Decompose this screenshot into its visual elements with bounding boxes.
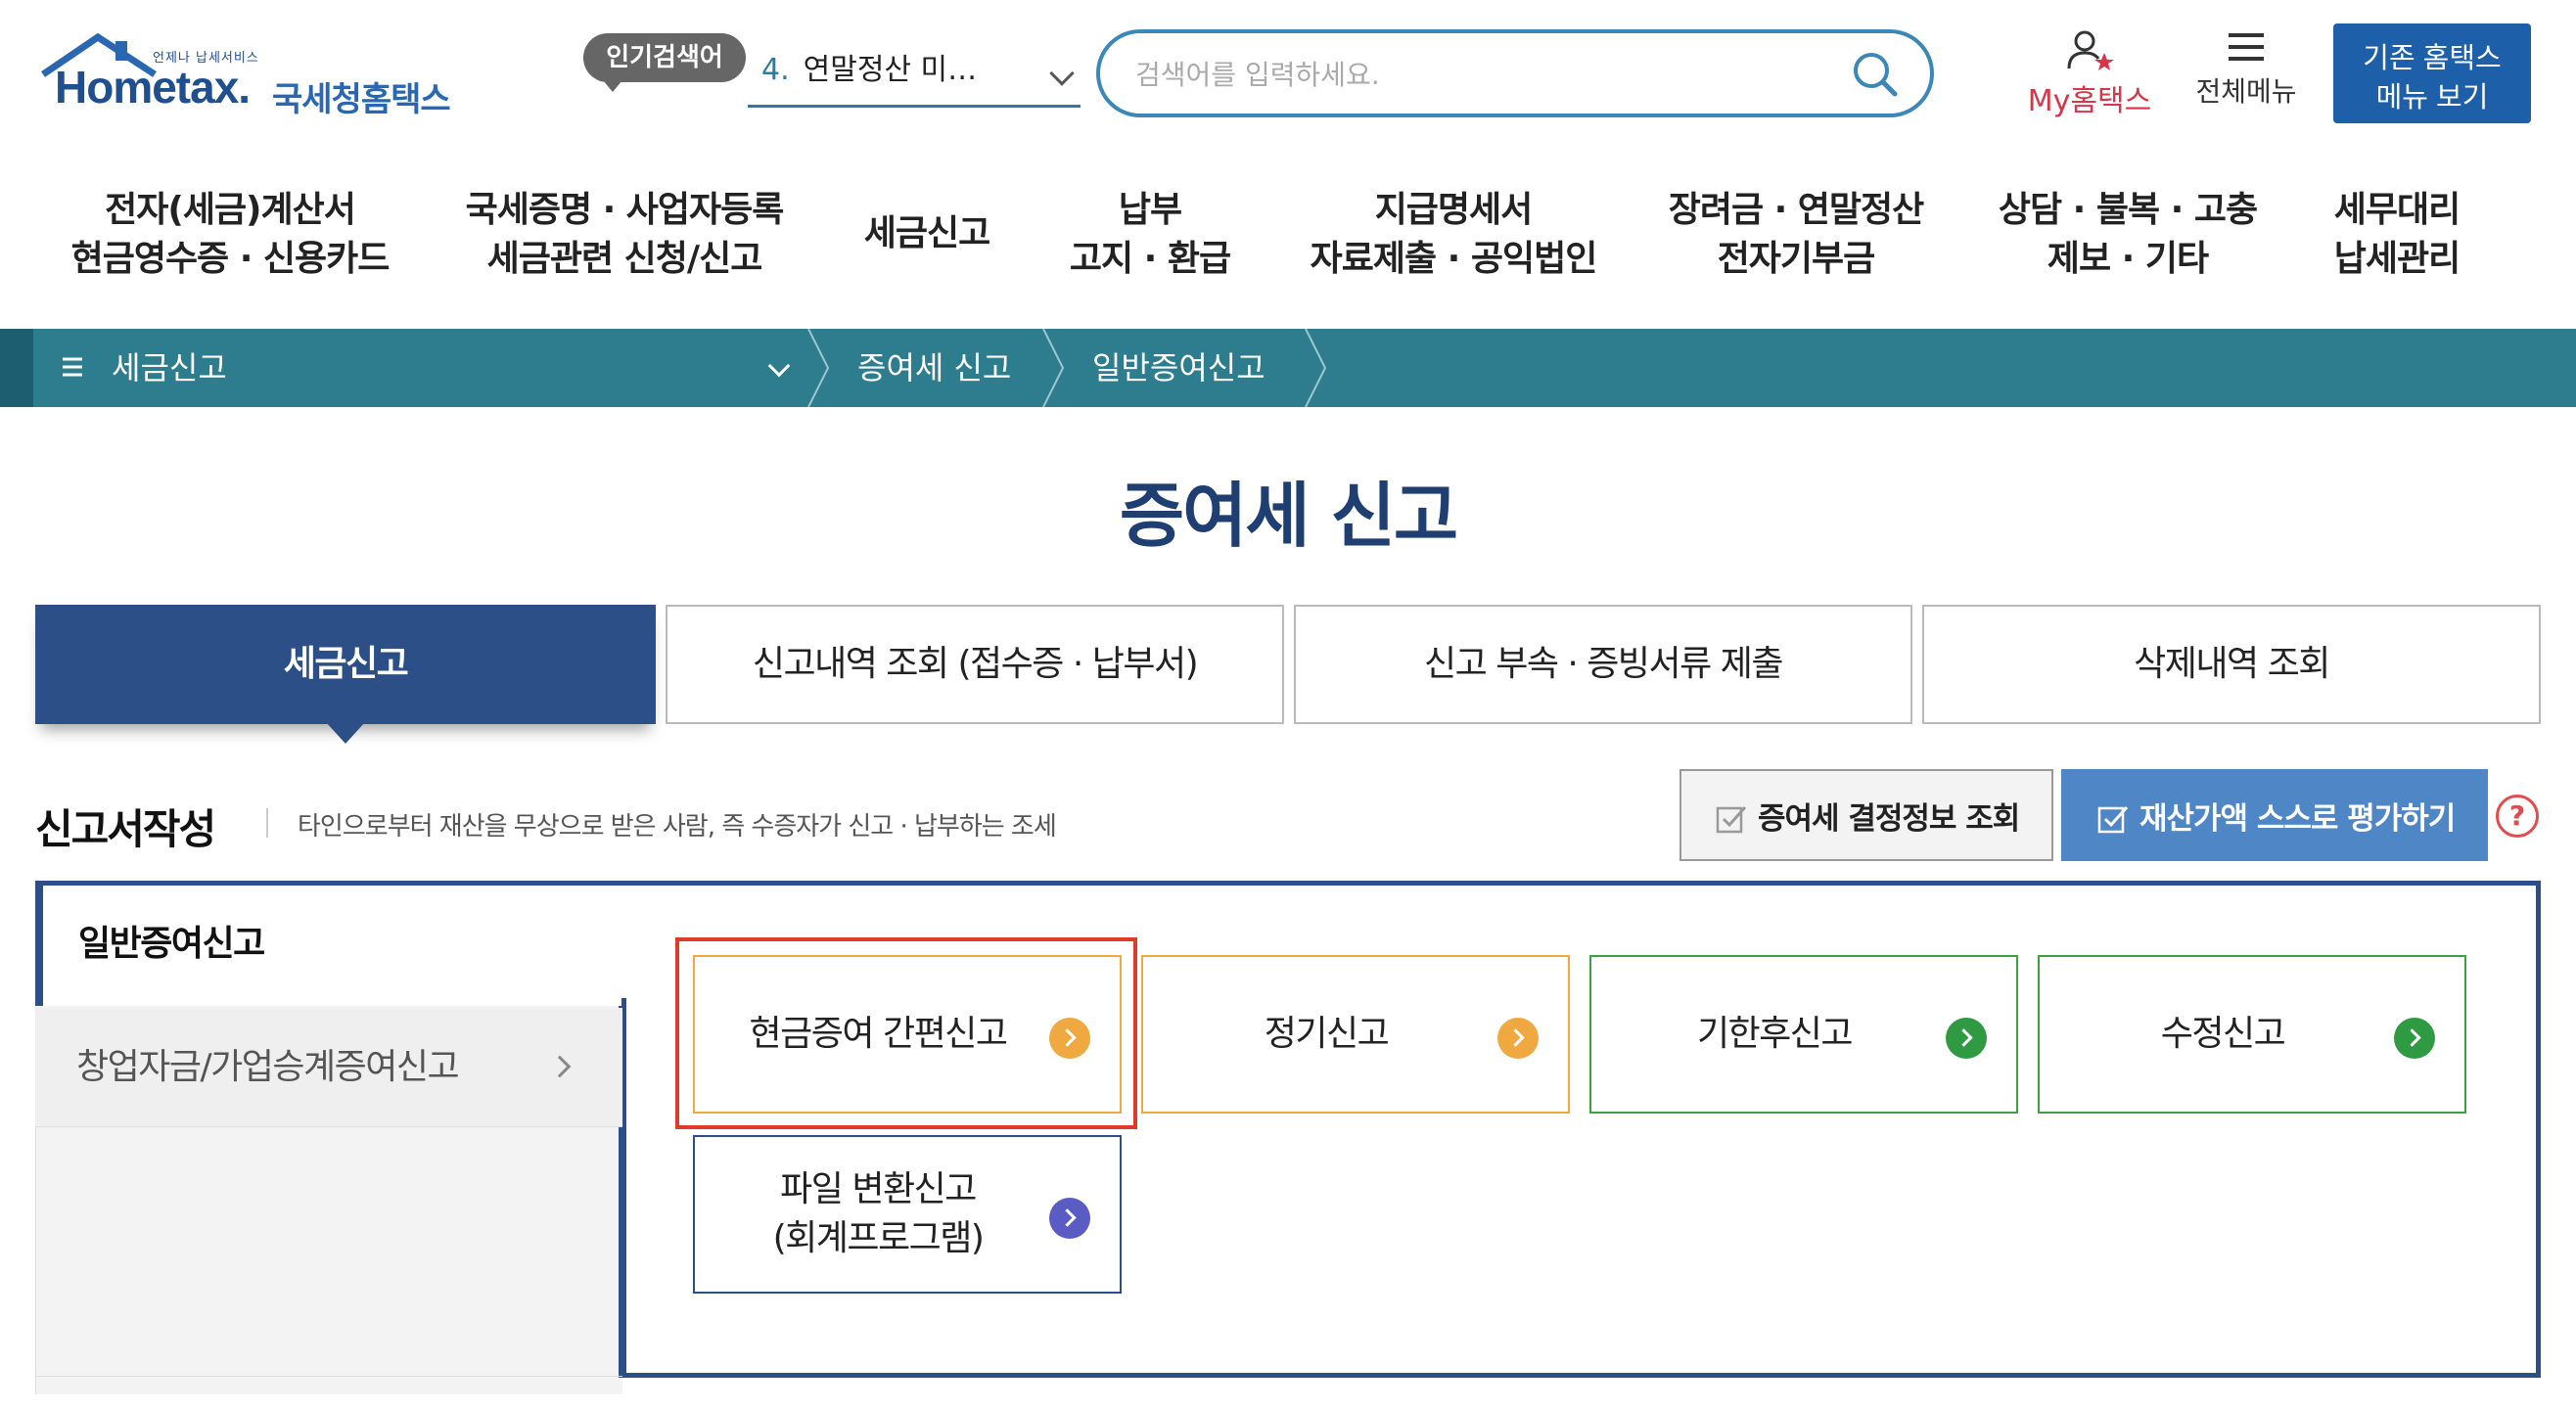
breadcrumb-general-gift[interactable]: 일반증여신고 [1092,329,1265,407]
tab-attachment-submit[interactable]: 신고 부속 · 증빙서류 제출 [1294,605,1912,724]
gnb-payment-refund[interactable]: 납부 고지 · 환급 [1057,186,1243,284]
gnb-tax-filing[interactable]: 세금신고 [844,209,1010,258]
card-amended-filing[interactable]: 수정신고 [2038,955,2466,1114]
arrow-right-circle-icon [1946,1018,1987,1059]
card-label: 파일 변환신고 (회계프로그램) [772,1169,985,1258]
old-hometax-menu-button[interactable]: 기존 홈택스 메뉴 보기 [2333,23,2531,123]
popular-search-term: 연말정산 미… [803,53,978,87]
asset-self-evaluation-button[interactable]: 재산가액 스스로 평가하기 [2061,769,2488,861]
popular-search-rank: 4. [761,53,790,87]
chevron-down-icon[interactable] [767,354,791,378]
card-label: 기한후신고 [1696,1014,1854,1054]
search-input[interactable] [1135,47,1820,102]
all-menu-label: 전체메뉴 [2195,75,2297,108]
gnb-consultation-appeal[interactable]: 상담 · 불복 · 고충 제보 · 기타 [1993,186,2263,284]
all-menu-button[interactable]: 전체메뉴 [2183,29,2310,110]
tab-tax-filing[interactable]: 세금신고 [35,605,656,744]
asset-self-evaluation-label: 재산가액 스스로 평가하기 [2139,800,2456,837]
gnb-certificate-registration[interactable]: 국세증명 · 사업자등록 세금관련 신청/신고 [458,186,791,284]
breadcrumb: 세금신고 증여세 신고 일반증여신고 [0,329,2576,407]
tab-deleted-history[interactable]: 삭제내역 조회 [1922,605,2541,724]
hamburger-icon [2229,33,2264,61]
section-title: 신고서작성 [35,805,216,853]
sidebar-item-label: 창업자금/가업승계증여신고 [76,1047,460,1087]
card-label: 수정신고 [2160,1014,2286,1054]
sidebar-bottom-divider [35,1376,622,1377]
global-nav: 전자(세금)계산서 현금영수증 · 신용카드 국세증명 · 사업자등록 세금관련… [0,186,2576,323]
tab-filing-history[interactable]: 신고내역 조회 (접수증 · 납부서) [666,605,1284,724]
selection-highlight [675,937,1137,1129]
arrow-right-circle-icon [1497,1018,1539,1059]
chevron-right-icon [548,1055,572,1078]
section-description: 타인으로부터 재산을 무상으로 받은 사람, 즉 수증자가 신고 · 납부하는 … [298,812,1057,842]
page-title: 증여세 신고 [1119,475,1458,557]
breadcrumb-gift-tax[interactable]: 증여세 신고 [857,329,1011,407]
logo-korean-name: 국세청홈택스 [272,80,451,119]
menu-icon [63,357,82,377]
popular-search-badge: 인기검색어 [583,33,746,92]
my-hometax-label: My홈택스 [2027,84,2152,118]
my-hometax-link[interactable]: My홈택스 [2016,29,2163,119]
gnb-payment-statement[interactable]: 지급명세서 자료제출 · 공익법인 [1302,186,1605,284]
card-late-filing[interactable]: 기한후신고 [1589,955,2018,1114]
gift-tax-decision-button[interactable]: 증여세 결정정보 조회 [1679,769,2053,861]
help-icon[interactable]: ? [2496,795,2539,838]
card-file-conversion-filing[interactable]: 파일 변환신고 (회계프로그램) [693,1135,1122,1294]
sidebar-item-startup-fund[interactable]: 창업자금/가업승계증여신고 [35,1008,622,1127]
checkbox-edit-icon [2097,806,2129,834]
gnb-tax-agent[interactable]: 세무대리 납세관리 [2316,186,2478,284]
section-divider [266,808,268,838]
user-star-icon [2067,30,2114,70]
card-regular-filing[interactable]: 정기신고 [1141,955,1570,1114]
arrow-right-circle-icon [1049,1198,1090,1239]
breadcrumb-separator [1042,329,1065,407]
sidebar-item-general-gift[interactable]: 일반증여신고 [35,881,626,1006]
hometax-logo[interactable]: 언제나 납세서비스 Hometax. 국세청홈택스 [37,27,468,135]
chevron-down-icon [1049,61,1075,86]
breadcrumb-separator [807,329,830,407]
search-icon[interactable] [1850,49,1901,100]
popular-search-select[interactable]: 4. 연말정산 미… [748,43,1081,108]
breadcrumb-category[interactable]: 세금신고 [112,329,227,407]
logo-wordmark: Hometax. [55,62,251,113]
checkbox-edit-icon [1716,806,1747,834]
panel-tab-join [619,886,626,998]
arrow-right-circle-icon [2394,1018,2435,1059]
breadcrumb-accent [0,329,33,407]
gnb-incentive-yearend[interactable]: 장려금 · 연말정산 전자기부금 [1664,186,1928,284]
gift-tax-decision-label: 증여세 결정정보 조회 [1758,800,2020,837]
search-box [1096,29,1934,117]
card-label: 정기신고 [1264,1014,1390,1054]
gnb-e-invoice[interactable]: 전자(세금)계산서 현금영수증 · 신용카드 [69,186,391,284]
breadcrumb-separator [1305,329,1327,407]
